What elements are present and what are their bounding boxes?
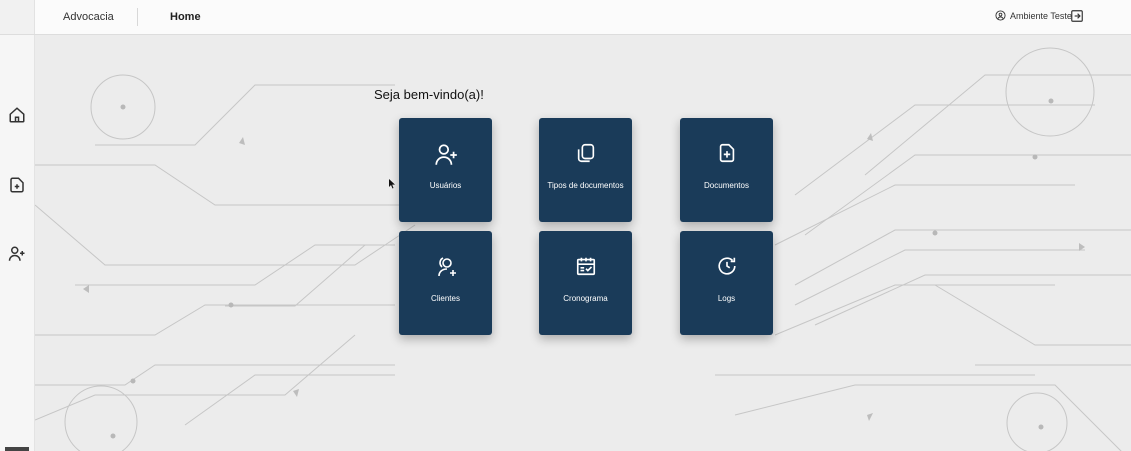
user-plus-icon[interactable]: [8, 245, 26, 263]
tile-logs[interactable]: Logs: [680, 231, 773, 335]
welcome-heading: Seja bem-vindo(a)!: [374, 87, 484, 102]
tile-tipos-de-documentos[interactable]: Tipos de documentos: [539, 118, 632, 222]
calendar-check-icon: [576, 257, 595, 276]
history-icon: [717, 257, 736, 275]
tile-label: Documentos: [704, 181, 749, 190]
tile-label: Logs: [717, 294, 736, 303]
user-circle-icon: [995, 10, 1006, 21]
file-plus-icon: [719, 143, 734, 163]
tile-cronograma[interactable]: Cronograma: [539, 231, 632, 335]
tile-clientes[interactable]: Clientes: [399, 231, 492, 335]
home-icon[interactable]: [8, 106, 26, 124]
page-title: Home: [170, 11, 201, 23]
logo-cell: [0, 0, 35, 34]
tile-usuarios[interactable]: Usuários: [399, 118, 492, 222]
user-menu[interactable]: Ambiente Teste: [995, 10, 1072, 21]
file-plus-icon[interactable]: [8, 176, 26, 194]
tile-documentos[interactable]: Documentos: [680, 118, 773, 222]
sidebar-footer-mark: [5, 447, 29, 451]
header-divider: [137, 8, 138, 26]
main-content: Seja bem-vindo(a)! Usuários Tipos de doc…: [35, 35, 1131, 451]
top-bar: Advocacia Home Ambiente Teste: [0, 0, 1131, 35]
tile-label: Usuários: [429, 181, 462, 190]
copy-icon: [577, 143, 594, 163]
tile-label: Tipos de documentos: [547, 181, 624, 190]
sidebar: [0, 34, 35, 451]
user-plus-icon: [434, 144, 457, 165]
user-name: Ambiente Teste: [1010, 10, 1072, 21]
app-name[interactable]: Advocacia: [63, 11, 114, 23]
tile-label: Clientes: [431, 294, 460, 303]
tile-label: Cronograma: [563, 294, 608, 303]
users-plus-icon: [437, 257, 456, 277]
mouse-pointer-icon: [389, 179, 395, 189]
logout-icon[interactable]: [1070, 9, 1084, 23]
